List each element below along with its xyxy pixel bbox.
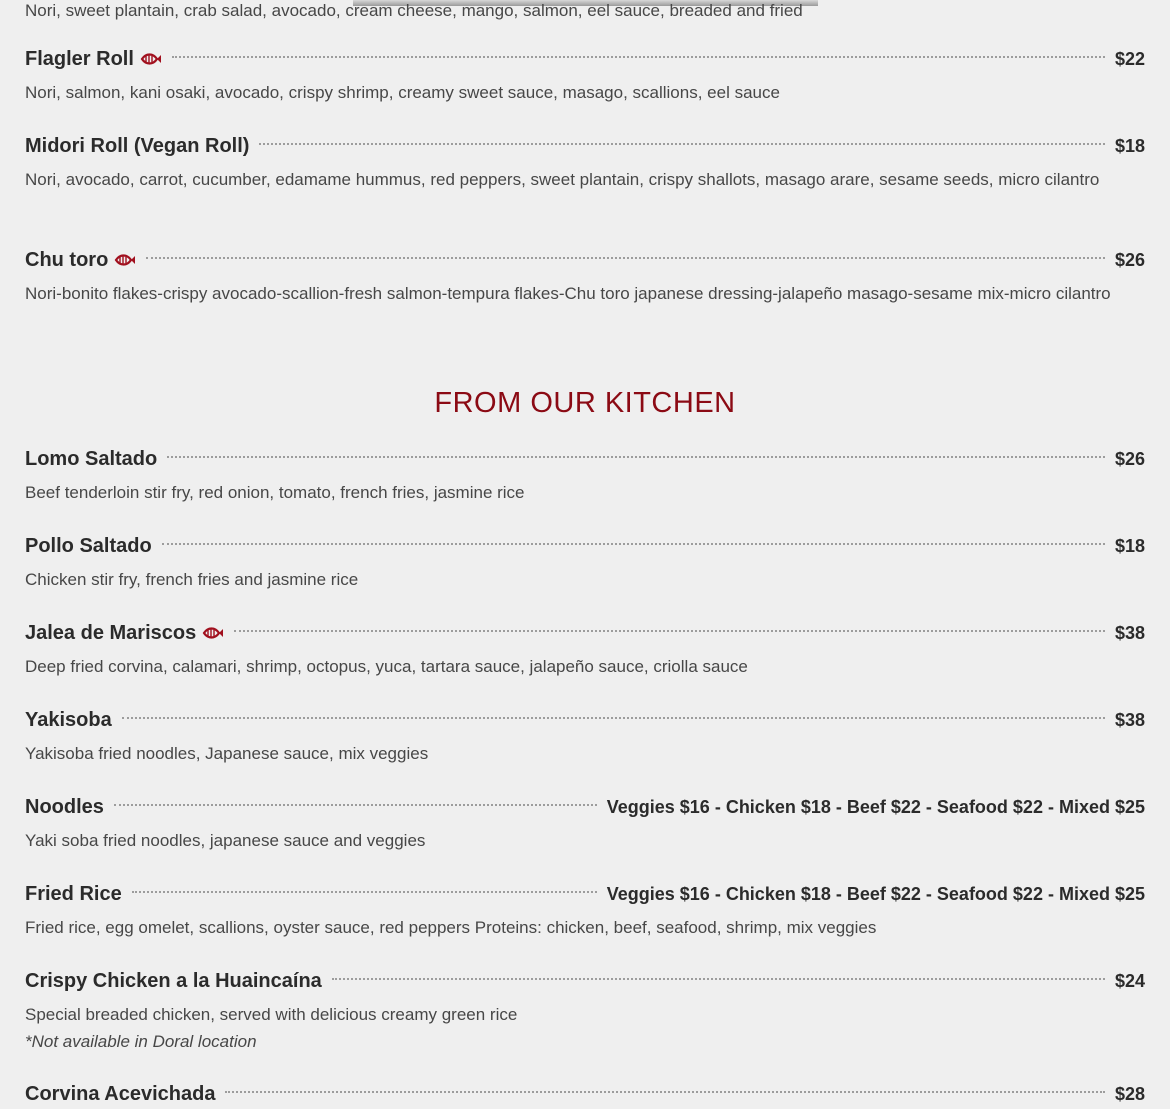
item-price: $24 [1114, 970, 1145, 991]
section-heading: FROM OUR KITCHEN [434, 387, 736, 419]
item-header: Pollo Saltado $18 [25, 531, 1145, 561]
fish-icon [114, 253, 136, 267]
menu-item: Noodles Veggies $16 - Chicken $18 - Beef … [25, 792, 1145, 854]
item-header: Jalea de Mariscos $38 [25, 618, 1145, 648]
menu-item: Jalea de Mariscos $38 Deep fried corvina, … [25, 618, 1145, 680]
item-header: Corvina Acevichada $28 [25, 1079, 1145, 1109]
item-name: Yakisoba [25, 708, 112, 731]
item-price: Veggies $16 - Chicken $18 - Beef $22 - S… [606, 883, 1145, 904]
menu-item: Corvina Acevichada $28 [25, 1079, 1145, 1109]
menu-item: Crispy Chicken a la Huaincaína $24 Special… [25, 966, 1145, 1055]
item-name: Midori Roll (Vegan Roll) [25, 134, 250, 157]
item-description: Fried rice, egg omelet, scallions, oyste… [25, 918, 877, 937]
item-name: Chu toro [25, 248, 109, 271]
dot-leader [161, 543, 1105, 545]
item-description: Beef tenderloin stir fry, red onion, tom… [25, 483, 525, 502]
item-header: Yakisoba $38 [25, 705, 1145, 735]
menu-item: Fried Rice Veggies $16 - Chicken $18 - Be… [25, 879, 1145, 941]
item-note: *Not available in Doral location [25, 1032, 257, 1051]
dot-leader [113, 804, 597, 806]
item-description: Special breaded chicken, served with del… [25, 1005, 518, 1024]
item-name: Lomo Saltado [25, 447, 158, 470]
menu-item: Pollo Saltado $18 Chicken stir fry, french… [25, 531, 1145, 593]
item-description: Nori, salmon, kani osaki, avocado, crisp… [25, 83, 780, 102]
item-price: $26 [1114, 448, 1145, 469]
item-header: Flagler Roll $22 [25, 44, 1145, 74]
item-price: Veggies $16 - Chicken $18 - Beef $22 - S… [606, 796, 1145, 817]
item-price: $38 [1114, 709, 1145, 730]
item-price: $28 [1114, 1083, 1145, 1104]
fish-icon [202, 626, 224, 640]
item-description: Yakisoba fried noodles, Japanese sauce, … [25, 744, 429, 763]
item-header: Fried Rice Veggies $16 - Chicken $18 - Be… [25, 879, 1145, 909]
menu-item: Chu toro $26 Nori-bonito flakes-crispy avo… [25, 245, 1145, 307]
item-header: Crispy Chicken a la Huaincaína $24 [25, 966, 1145, 996]
item-name: Fried Rice [25, 882, 122, 905]
item-header: Lomo Saltado $26 [25, 444, 1145, 474]
dot-leader [146, 257, 1105, 259]
item-name: Corvina Acevichada [25, 1082, 216, 1105]
dot-leader [331, 978, 1105, 980]
item-price: $26 [1114, 249, 1145, 270]
menu-item: Lomo Saltado $26 Beef tenderloin stir fry,… [25, 444, 1145, 506]
dot-leader [121, 717, 1105, 719]
item-name: Pollo Saltado [25, 534, 152, 557]
item-description: Nori, avocado, carrot, cucumber, edamame… [25, 170, 1100, 189]
item-name: Crispy Chicken a la Huaincaína [25, 969, 322, 992]
dot-leader [131, 891, 597, 893]
item-description: Yaki soba fried noodles, japanese sauce … [25, 831, 426, 850]
item-description: Nori, sweet plantain, crab salad, avocad… [25, 1, 803, 20]
item-header: Noodles Veggies $16 - Chicken $18 - Beef … [25, 792, 1145, 822]
item-name: Jalea de Mariscos [25, 621, 197, 644]
item-description: Chicken stir fry, french fries and jasmi… [25, 570, 359, 589]
dot-leader [234, 630, 1105, 632]
item-name: Flagler Roll [25, 47, 134, 70]
item-header: Midori Roll (Vegan Roll) $18 [25, 131, 1145, 161]
item-price: $18 [1114, 535, 1145, 556]
item-price: $38 [1114, 622, 1145, 643]
item-description: Nori-bonito flakes-crispy avocado-scalli… [25, 284, 1111, 303]
dot-leader [171, 56, 1105, 58]
dot-leader [225, 1091, 1105, 1093]
menu-item: Midori Roll (Vegan Roll) $18 Nori, avocado… [25, 131, 1145, 193]
dot-leader [167, 456, 1105, 458]
item-name: Noodles [25, 795, 104, 818]
dot-leader [259, 143, 1105, 145]
fish-icon [140, 52, 162, 66]
item-price: $18 [1114, 135, 1145, 156]
menu-item: Yakisoba $38 Yakisoba fried noodles, Japan… [25, 705, 1145, 767]
item-price: $22 [1114, 48, 1145, 69]
menu-item: Flagler Roll $22 Nori, salmon, kani osaki,… [25, 44, 1145, 106]
item-description: Deep fried corvina, calamari, shrimp, oc… [25, 657, 748, 676]
item-header: Chu toro $26 [25, 245, 1145, 275]
